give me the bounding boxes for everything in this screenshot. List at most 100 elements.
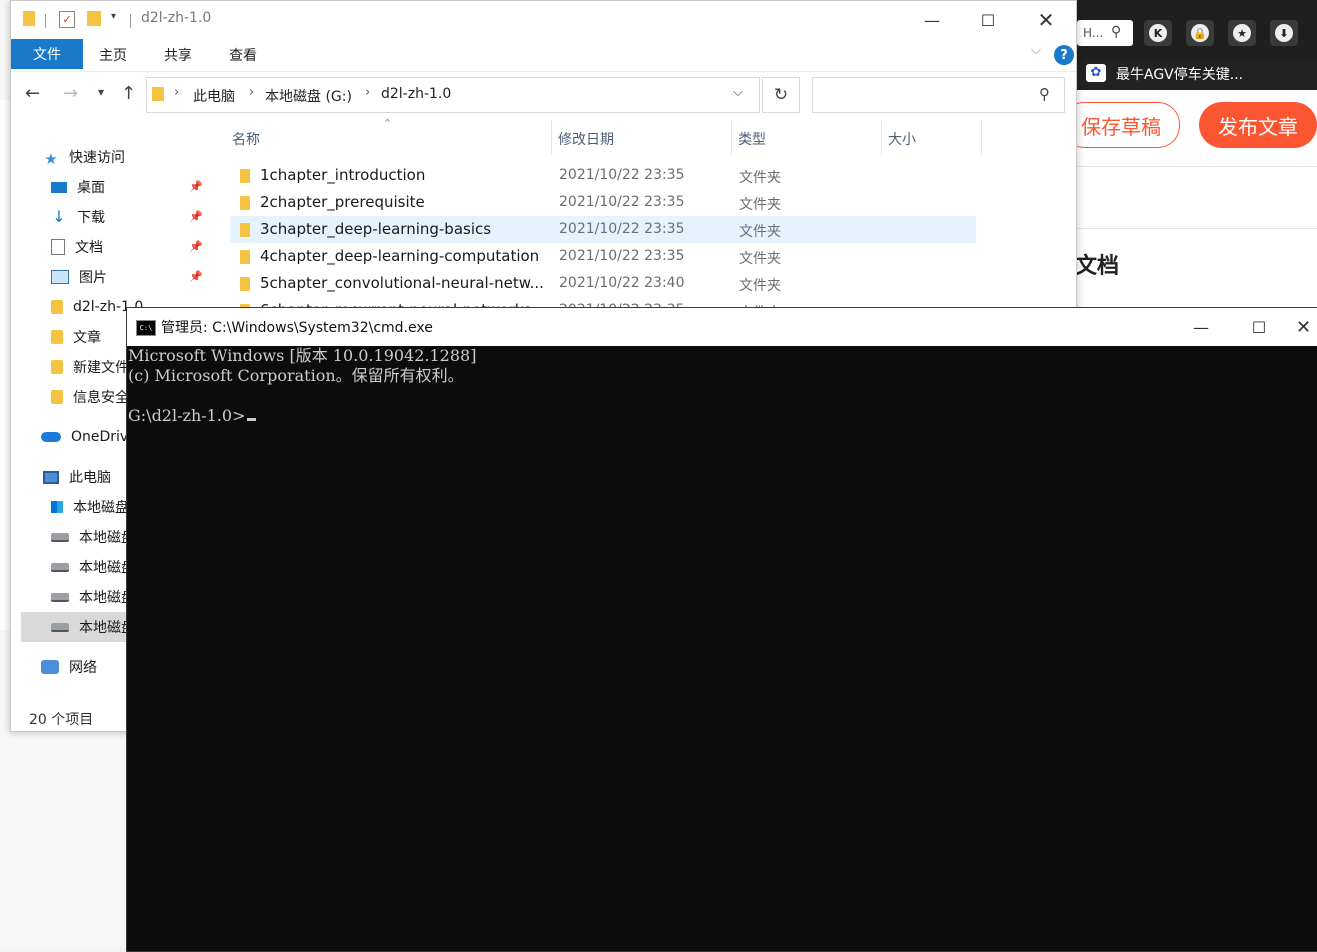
up-arrow-icon[interactable]: ↑ [121,83,136,104]
drive-icon [51,532,69,542]
pin-icon[interactable]: 📌 [189,210,203,223]
minimize-icon[interactable]: — [904,1,960,39]
cmd-icon: C:\ [136,320,156,336]
tab-file[interactable]: 文件 [11,39,83,69]
properties-icon[interactable]: ✓ [59,11,75,28]
file-row[interactable]: 4chapter_deep-learning-computation 2021/… [230,243,976,270]
nav-downloads[interactable]: ↓ 下载 [51,202,167,232]
chevron-right-icon[interactable]: › [249,85,254,100]
refresh-icon[interactable]: ↻ [762,77,800,113]
folder-icon [51,300,63,314]
console-line: Microsoft Windows [版本 10.0.19042.1288] [128,346,477,365]
chevron-right-icon[interactable]: › [365,85,370,100]
extension-star-icon[interactable]: ★ [1228,20,1256,46]
folder-icon [240,196,250,210]
search-input[interactable] [812,77,1065,113]
file-row[interactable]: 1chapter_introduction 2021/10/22 23:35 文… [230,162,976,189]
folder-icon [51,330,63,344]
column-divider[interactable] [551,121,552,155]
pin-icon[interactable]: 📌 [189,180,203,193]
recent-locations-icon[interactable]: ▾ [98,85,104,99]
folder-icon [23,11,35,26]
chevron-right-icon[interactable]: › [174,85,179,100]
nav-pictures[interactable]: 图片 [51,262,167,292]
cloud-icon [41,432,61,442]
maximize-icon[interactable]: ☐ [1231,308,1287,346]
editor-heading: 文档 [1075,254,1120,279]
folder-icon [240,250,250,264]
tab-view[interactable]: 查看 [229,45,257,65]
chevron-down-icon[interactable]: ⌵ [733,85,743,100]
windows-drive-icon [51,501,63,513]
picture-icon [51,270,69,284]
tab-home[interactable]: 主页 [99,45,127,65]
folder-icon [240,223,250,237]
folder-icon [240,277,250,291]
window-title: d2l-zh-1.0 [141,10,212,26]
drive-icon [51,562,69,572]
cmd-console[interactable]: Microsoft Windows [版本 10.0.19042.1288] (… [127,346,1317,951]
console-prompt: G:\d2l-zh-1.0> [128,406,1317,426]
search-icon[interactable]: ⚲ [1039,85,1050,103]
star-icon: ★ [44,150,58,168]
computer-icon [43,470,59,484]
help-icon[interactable]: ? [1054,45,1074,65]
column-name[interactable]: 名称 [232,129,260,149]
pin-icon[interactable]: 📌 [189,240,203,253]
divider [45,14,46,28]
file-row[interactable]: 5chapter_convolutional-neural-netw... 20… [230,270,976,297]
folder-icon [51,390,63,404]
network-icon [41,660,59,674]
browser-search-stub[interactable]: H... [1077,20,1133,46]
divider [130,14,131,28]
nav-documents[interactable]: 文档 [51,232,167,262]
breadcrumb-folder[interactable]: d2l-zh-1.0 [381,86,451,102]
extension-lock-icon[interactable]: 🔒 [1186,20,1214,46]
bookmark-item[interactable]: 最牛AGV停车关键... [1116,64,1243,84]
column-modified[interactable]: 修改日期 [558,129,614,149]
extension-download-icon[interactable]: ⬇ [1270,20,1298,46]
nav-desktop[interactable]: 桌面 [51,172,167,202]
breadcrumb-this-pc[interactable]: 此电脑 [193,86,235,106]
folder-icon [240,169,250,183]
tab-share[interactable]: 共享 [164,45,192,65]
document-icon [51,239,65,255]
column-size[interactable]: 大小 [888,129,916,149]
cmd-window: C:\ 管理员: C:\Windows\System32\cmd.exe — ☐… [126,307,1317,952]
column-divider[interactable] [731,121,732,155]
cmd-title: 管理员: C:\Windows\System32\cmd.exe [161,320,433,336]
divider [1077,228,1317,229]
divider [1077,166,1317,167]
address-bar[interactable] [146,77,760,113]
folder-icon [152,87,164,101]
pin-icon[interactable]: 📌 [189,270,203,283]
close-icon[interactable]: ✕ [1018,1,1074,39]
customize-quick-access-icon[interactable]: ▾ [111,11,116,22]
publish-button[interactable]: 发布文章 [1199,102,1317,148]
baidu-paw-icon: ✿ [1086,64,1106,82]
status-item-count: 20 个项目 [29,712,94,728]
close-icon[interactable]: ✕ [1287,308,1317,346]
drive-icon [51,592,69,602]
save-draft-button[interactable]: 保存草稿 [1062,102,1180,148]
minimize-icon[interactable]: — [1173,308,1229,346]
file-row[interactable]: 2chapter_prerequisite 2021/10/22 23:35 文… [230,189,976,216]
browser-toolbar: H... ⚲ K 🔒 ★ ⬇ [1077,0,1317,60]
file-row-selected[interactable]: 3chapter_deep-learning-basics 2021/10/22… [230,216,976,243]
breadcrumb-drive[interactable]: 本地磁盘 (G:) [265,86,352,106]
maximize-icon[interactable]: ☐ [960,1,1016,39]
back-arrow-icon[interactable]: ← [25,83,40,104]
column-type[interactable]: 类型 [738,129,766,149]
extension-k-icon[interactable]: K [1144,20,1172,46]
column-divider[interactable] [981,121,982,155]
forward-arrow-icon[interactable]: → [63,83,78,104]
console-line: (c) Microsoft Corporation。保留所有权利。 [128,366,464,385]
prompt-text: G:\d2l-zh-1.0> [128,406,246,425]
nav-quick-access[interactable]: ★ 快速访问 [43,142,159,172]
chevron-down-icon[interactable]: ⌵ [1031,43,1041,58]
column-divider[interactable] [881,121,882,155]
search-icon[interactable]: ⚲ [1111,24,1121,40]
new-folder-icon[interactable] [87,11,101,26]
text-cursor [246,418,256,421]
